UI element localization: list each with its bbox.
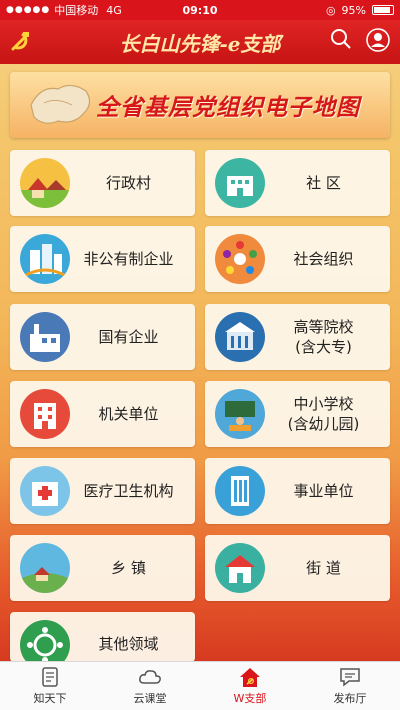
tab-label: 发布厅: [333, 692, 367, 705]
category-community[interactable]: 社 区: [205, 150, 390, 216]
category-label: 高等院校 (含大专): [293, 318, 354, 356]
party-emblem-icon: [0, 20, 44, 64]
category-village[interactable]: 行政村: [10, 150, 195, 216]
category-social-org[interactable]: 社会组织: [205, 226, 390, 292]
community-icon: [215, 158, 265, 208]
party-home-icon: [240, 668, 260, 687]
category-medical[interactable]: 医疗卫生机构: [10, 458, 195, 524]
category-label: 机关单位: [98, 405, 159, 423]
app-title: 长白山先锋-e支部: [119, 31, 281, 56]
house-icon: [215, 543, 265, 593]
cloud-icon: [139, 670, 161, 684]
office-tower-icon: [215, 466, 265, 516]
tab-label: 云课堂: [133, 692, 167, 705]
user-profile-icon[interactable]: [366, 28, 390, 56]
category-street[interactable]: 街 道: [205, 535, 390, 601]
category-label: 其他领域: [98, 635, 159, 653]
search-icon[interactable]: [330, 28, 352, 56]
town-icon: [20, 543, 70, 593]
map-banner[interactable]: 全省基层党组织电子地图: [10, 72, 390, 138]
status-bar: ●●●●● 中国移动 4G 09:10 ◎ 95%: [0, 0, 400, 20]
category-public-institution[interactable]: 事业单位: [205, 458, 390, 524]
category-label: 非公有制企业: [83, 250, 174, 268]
tab-w-branch[interactable]: W支部: [200, 662, 300, 710]
tab-cloud-class[interactable]: 云课堂: [100, 662, 200, 710]
battery-icon: [372, 5, 394, 15]
category-label: 街 道: [306, 559, 341, 577]
tab-label: 知天下: [33, 692, 67, 705]
university-icon: [215, 312, 265, 362]
province-map-icon: [30, 84, 91, 124]
village-icon: [20, 158, 70, 208]
network-people-icon: [215, 234, 265, 284]
category-government[interactable]: 机关单位: [10, 381, 195, 447]
category-township[interactable]: 乡 镇: [10, 535, 195, 601]
category-label: 医疗卫生机构: [83, 482, 174, 500]
category-label: 乡 镇: [111, 559, 146, 577]
category-university[interactable]: 高等院校 (含大专): [205, 304, 390, 370]
category-label: 国有企业: [98, 328, 159, 346]
building-icon: [20, 234, 70, 284]
factory-icon: [20, 312, 70, 362]
tab-release-hall[interactable]: 发布厅: [300, 662, 400, 710]
news-icon: [42, 667, 58, 687]
category-state-enterprise[interactable]: 国有企业: [10, 304, 195, 370]
category-school[interactable]: 中小学校 (含幼儿园): [205, 381, 390, 447]
tab-label: W支部: [233, 692, 267, 705]
tab-news[interactable]: 知天下: [0, 662, 100, 710]
category-label: 中小学校 (含幼儿园): [287, 395, 360, 433]
category-label: 社 区: [306, 174, 341, 192]
category-private-enterprise[interactable]: 非公有制企业: [10, 226, 195, 292]
nav-bar: 长白山先锋-e支部: [0, 20, 400, 64]
classroom-icon: [215, 389, 265, 439]
category-label: 行政村: [105, 174, 151, 192]
clock: 09:10: [182, 3, 218, 17]
category-other[interactable]: 其他领域: [10, 612, 195, 670]
message-icon: [340, 668, 360, 687]
banner-title: 全省基层党组织电子地图: [96, 94, 360, 121]
category-label: 事业单位: [293, 482, 354, 500]
bottom-tab-bar: 知天下 云课堂 W支部 发布厅: [0, 661, 400, 710]
hospital-icon: [20, 466, 70, 516]
category-label: 社会组织: [293, 250, 354, 268]
government-building-icon: [20, 389, 70, 439]
